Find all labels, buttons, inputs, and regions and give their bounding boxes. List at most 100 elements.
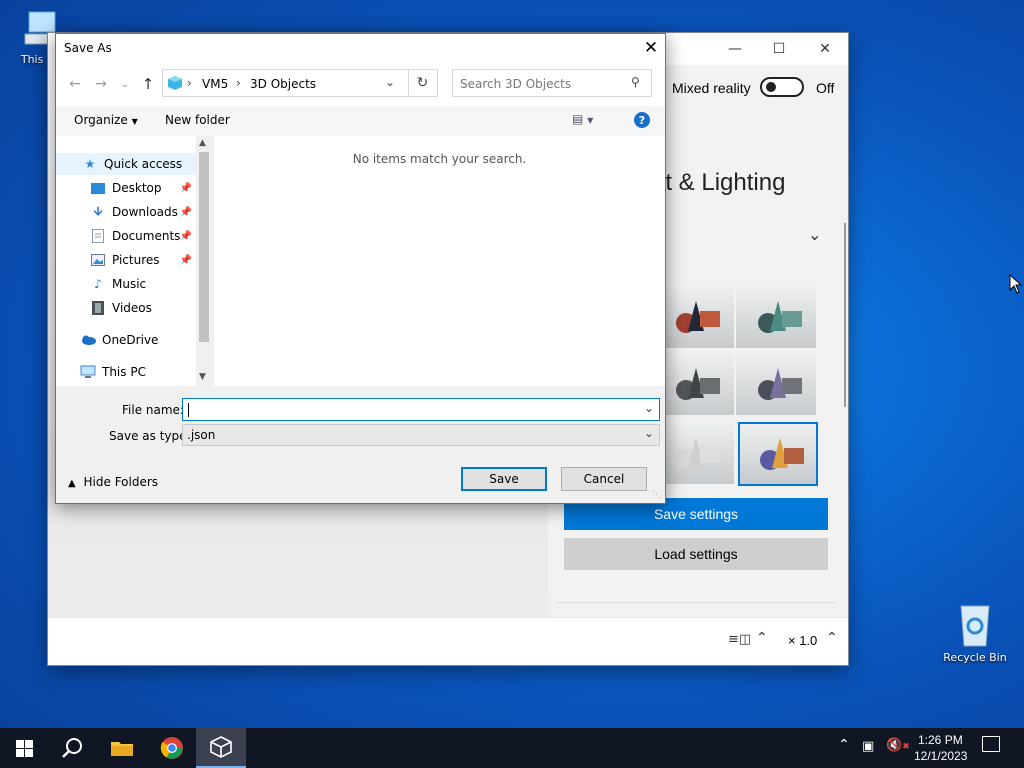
- search-input[interactable]: Search 3D Objects ⚲: [452, 69, 652, 97]
- chevron-down-icon[interactable]: ⌄: [644, 401, 654, 415]
- save-type-label: Save as type:: [109, 429, 191, 443]
- sidebar-item-onedrive[interactable]: OneDrive: [56, 329, 196, 351]
- sidebar-item-music[interactable]: ♪ Music: [56, 273, 196, 295]
- search-button[interactable]: [48, 728, 96, 768]
- minimize-button[interactable]: —: [712, 33, 758, 65]
- file-name-input[interactable]: ⌄: [182, 398, 660, 421]
- sidebar-item-downloads[interactable]: 🡫 Downloads 📌: [56, 201, 196, 223]
- pictures-icon: [90, 252, 106, 268]
- lighting-thumb-6-selected[interactable]: [738, 422, 818, 486]
- resize-grip-icon[interactable]: ⋱: [652, 490, 661, 500]
- model-icon[interactable]: ≡◫: [728, 632, 751, 647]
- chrome-icon: [160, 737, 183, 759]
- start-button[interactable]: [0, 728, 48, 768]
- scroll-up-arrow[interactable]: ▲: [199, 138, 206, 148]
- file-explorer-button[interactable]: [98, 728, 146, 768]
- folder-icon: [111, 742, 133, 756]
- address-bar[interactable]: › VM5 › 3D Objects ⌄: [162, 69, 438, 97]
- organize-label: Organize: [74, 113, 128, 127]
- chrome-button[interactable]: [148, 728, 196, 768]
- lighting-thumb-2[interactable]: [736, 286, 816, 348]
- network-icon[interactable]: ▣: [862, 739, 874, 754]
- 3d-cube-icon: [210, 736, 232, 758]
- close-button[interactable]: ✕: [802, 33, 848, 65]
- file-name-label: File name:: [122, 403, 184, 417]
- cancel-button[interactable]: Cancel: [561, 467, 647, 491]
- refresh-button[interactable]: ↻: [408, 70, 436, 96]
- breadcrumb-separator: ›: [236, 76, 241, 90]
- notifications-icon[interactable]: [982, 736, 1000, 752]
- download-arrow-icon: 🡫: [93, 203, 103, 218]
- desktop-icon-recycle-bin[interactable]: Recycle Bin: [938, 602, 1012, 664]
- up-arrow-icon[interactable]: ↑: [138, 74, 158, 94]
- lighting-thumb-3[interactable]: [654, 353, 734, 415]
- pin-icon: 📌: [179, 254, 192, 266]
- dialog-titlebar[interactable]: [56, 34, 665, 62]
- divider: [556, 602, 836, 603]
- cloud-icon: [80, 332, 96, 348]
- clock-date[interactable]: 12/1/2023: [914, 749, 967, 763]
- chevron-up-icon: ▲: [68, 478, 76, 489]
- empty-message: No items match your search.: [352, 152, 527, 166]
- sidebar-item-videos[interactable]: Videos: [56, 297, 196, 319]
- address-dropdown-icon[interactable]: ⌄: [385, 75, 395, 89]
- back-arrow-icon[interactable]: ←: [64, 74, 86, 94]
- breadcrumb-vm5[interactable]: VM5: [202, 77, 228, 91]
- computer-icon: [80, 364, 96, 380]
- chevron-up-icon[interactable]: ⌃: [756, 630, 768, 646]
- scroll-thumb[interactable]: [199, 152, 209, 342]
- zoom-chevron-up-icon[interactable]: ⌃: [826, 630, 838, 646]
- tray-chevron-up-icon[interactable]: ⌃: [838, 737, 850, 753]
- pin-icon: 📌: [179, 230, 192, 242]
- sidebar-item-label: Pictures: [112, 253, 160, 267]
- clock-time[interactable]: 1:26 PM: [918, 733, 963, 747]
- organize-button[interactable]: Organize ▼: [74, 113, 138, 127]
- lighting-thumb-4[interactable]: [736, 353, 816, 415]
- search-icon: [62, 738, 82, 758]
- dialog-close-button[interactable]: ✕: [640, 37, 662, 59]
- breadcrumb-separator: ›: [187, 76, 192, 90]
- save-type-value: .json: [187, 428, 216, 442]
- load-settings-button[interactable]: Load settings: [564, 538, 828, 570]
- save-type-select[interactable]: .json ⌄: [182, 424, 660, 446]
- sidebar-item-quick-access[interactable]: ★ Quick access: [56, 153, 196, 175]
- mouse-pointer-icon: [1009, 274, 1022, 294]
- mixed-reality-toggle[interactable]: [760, 77, 804, 97]
- hide-folders-button[interactable]: ▲ Hide Folders: [68, 475, 158, 489]
- document-icon: [90, 228, 106, 244]
- lighting-thumb-1[interactable]: [654, 286, 734, 348]
- mixed-reality-label: Mixed reality: [672, 80, 751, 96]
- sidebar-item-this-pc[interactable]: This PC: [56, 361, 196, 383]
- star-icon: ★: [84, 157, 96, 171]
- sidebar-item-documents[interactable]: Documents 📌: [56, 225, 196, 247]
- sidebar-item-desktop[interactable]: Desktop 📌: [56, 177, 196, 199]
- dialog-title: Save As: [64, 41, 112, 55]
- chevron-down-icon[interactable]: ⌄: [808, 225, 821, 244]
- new-folder-button[interactable]: New folder: [165, 113, 230, 127]
- chevron-down-icon: ⌄: [643, 426, 654, 440]
- sidebar-item-label: Downloads: [112, 205, 178, 219]
- nav-list: ★ Quick access Desktop 📌 🡫 Downloads 📌 Docum…: [56, 136, 196, 386]
- section-title: nt & Lighting: [652, 169, 786, 196]
- breadcrumb-3d-objects[interactable]: 3D Objects: [250, 77, 316, 91]
- file-list-pane[interactable]: [214, 136, 665, 386]
- pin-icon: 📌: [179, 206, 192, 218]
- help-icon[interactable]: ?: [634, 112, 650, 128]
- zoom-level: × 1.0: [788, 633, 818, 648]
- scroll-down-arrow[interactable]: ▼: [199, 372, 206, 382]
- 3d-viewer-taskbar-button[interactable]: [196, 728, 246, 768]
- volume-muted-icon[interactable]: 🔇✖: [886, 738, 910, 753]
- maximize-button[interactable]: ☐: [756, 33, 802, 65]
- view-options-icon[interactable]: ▤ ▼: [572, 112, 593, 126]
- search-icon: ⚲: [631, 75, 640, 89]
- forward-arrow-icon[interactable]: →: [90, 74, 112, 94]
- nav-scrollbar[interactable]: ▲ ▼: [196, 136, 212, 386]
- save-button[interactable]: Save: [461, 467, 547, 491]
- hide-folders-label: Hide Folders: [83, 475, 159, 489]
- sidebar-item-pictures[interactable]: Pictures 📌: [56, 249, 196, 271]
- recent-chevron-icon[interactable]: ⌄: [118, 74, 132, 94]
- sidebar-item-label: Desktop: [112, 181, 162, 195]
- film-icon: [90, 300, 106, 316]
- lighting-thumb-5[interactable]: [654, 422, 734, 484]
- scrollbar[interactable]: [844, 223, 846, 407]
